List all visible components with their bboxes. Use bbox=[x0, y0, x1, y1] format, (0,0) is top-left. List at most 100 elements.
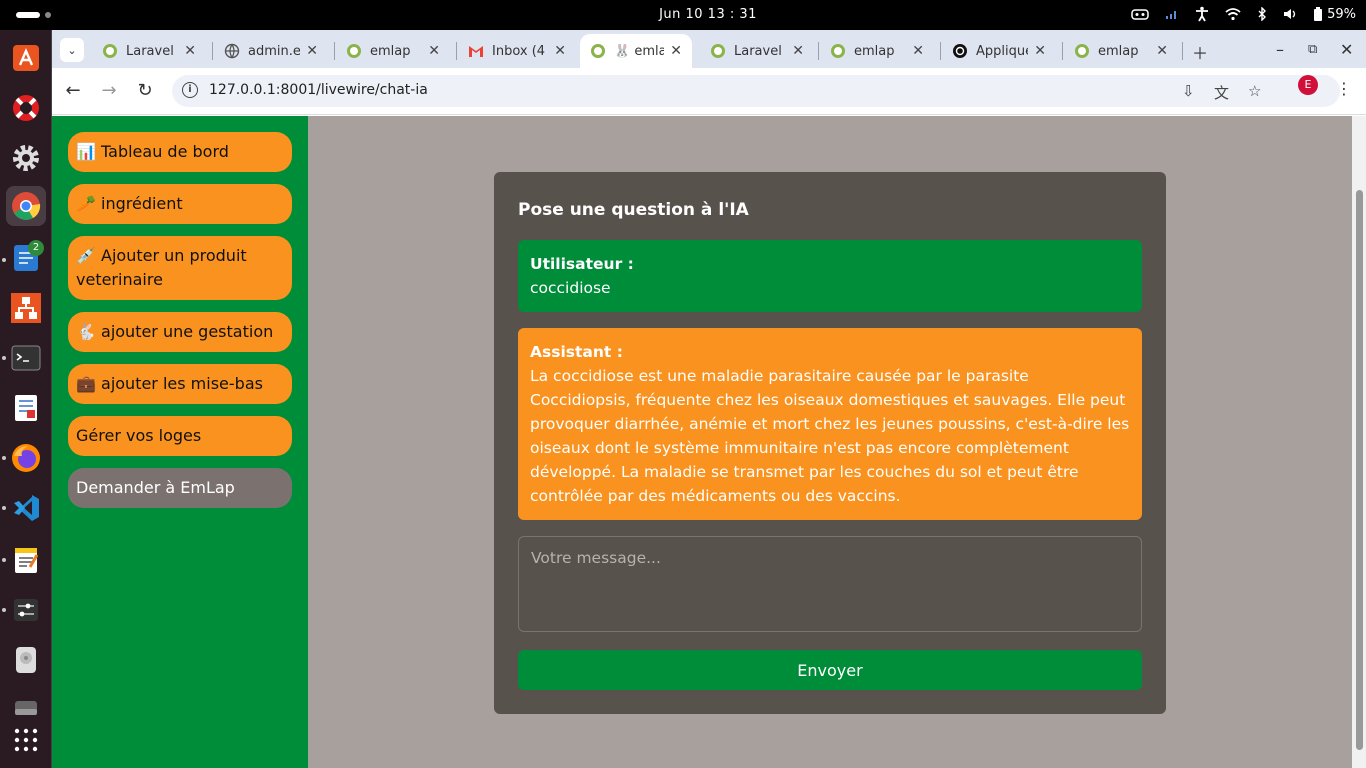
new-tab-button[interactable]: ＋ bbox=[1192, 40, 1208, 64]
laravel-favicon bbox=[590, 43, 606, 59]
tab-search-button[interactable]: ⌄ bbox=[60, 38, 84, 62]
gmail-favicon bbox=[468, 43, 484, 59]
application-dock: 2 bbox=[0, 30, 52, 768]
wifi-icon bbox=[1225, 7, 1241, 21]
close-window-button[interactable]: ✕ bbox=[1340, 40, 1353, 59]
chat-card: Pose une question à l'IA Utilisateur : c… bbox=[494, 172, 1166, 714]
chrome-icon[interactable] bbox=[6, 186, 46, 226]
tab-6[interactable]: emlap ✕ bbox=[820, 34, 934, 68]
tab-4-active[interactable]: 🐰 emla ✕ bbox=[580, 34, 692, 68]
chat-title: Pose une question à l'IA bbox=[518, 200, 749, 220]
system-tray[interactable]: 59% bbox=[1131, 6, 1356, 22]
tab-7[interactable]: Applique ✕ bbox=[942, 34, 1056, 68]
tab-title: Inbox (4 bbox=[492, 43, 546, 59]
laravel-favicon bbox=[102, 43, 118, 59]
bluetooth-icon bbox=[1257, 7, 1267, 21]
close-tab-icon[interactable]: ✕ bbox=[184, 43, 196, 59]
reload-button[interactable]: ↻ bbox=[134, 80, 156, 101]
sidebar-item-loges[interactable]: Gérer vos loges bbox=[68, 416, 292, 456]
browser-window: ⌄ Laravel ✕ admin.e ✕ emlap ✕ Inbox (4 ✕… bbox=[52, 30, 1366, 768]
sidebar-item-ask-emlap[interactable]: Demander à EmLap bbox=[68, 468, 292, 508]
signal-bars-icon bbox=[1165, 8, 1179, 20]
tab-title: emlap bbox=[370, 43, 411, 59]
sidebar-item-dashboard[interactable]: 📊 Tableau de bord bbox=[68, 132, 292, 172]
close-tab-icon[interactable]: ✕ bbox=[306, 43, 318, 59]
tab-3[interactable]: Inbox (4 ✕ bbox=[458, 34, 576, 68]
close-tab-icon[interactable]: ✕ bbox=[792, 43, 804, 59]
back-button[interactable]: ← bbox=[62, 80, 84, 101]
close-tab-icon[interactable]: ✕ bbox=[1034, 43, 1046, 59]
sidebar-item-ingredient[interactable]: 🥕 ingrédient bbox=[68, 184, 292, 224]
tab-0[interactable]: Laravel ✕ bbox=[92, 34, 206, 68]
tab-title: admin.e bbox=[248, 43, 301, 59]
page-scrollbar[interactable] bbox=[1352, 116, 1366, 768]
battery-indicator: 59% bbox=[1313, 7, 1356, 22]
sidebar-item-gestation[interactable]: 🐇 ajouter une gestation bbox=[68, 312, 292, 352]
page-content: 📊 Tableau de bord 🥕 ingrédient 💉 Ajouter… bbox=[52, 116, 1366, 768]
tab-strip: ⌄ Laravel ✕ admin.e ✕ emlap ✕ Inbox (4 ✕… bbox=[52, 30, 1366, 68]
battery-icon bbox=[1314, 7, 1323, 21]
document-viewer-icon[interactable] bbox=[6, 388, 46, 428]
lifebuoy-icon[interactable] bbox=[6, 88, 46, 128]
network-app-icon[interactable] bbox=[6, 288, 46, 328]
address-bar[interactable]: i 127.0.0.1:8001/livewire/chat-ia ⇩ 文 ☆ bbox=[172, 75, 1340, 107]
message-role: Assistant : bbox=[530, 343, 623, 361]
install-app-icon[interactable]: ⇩ bbox=[1182, 82, 1195, 100]
app-installer-icon[interactable] bbox=[6, 38, 46, 78]
message-text: coccidiose bbox=[530, 279, 611, 297]
arrow-left-icon: ← bbox=[65, 80, 81, 101]
tab-8[interactable]: emlap ✕ bbox=[1064, 34, 1178, 68]
close-tab-icon[interactable]: ✕ bbox=[1156, 43, 1168, 59]
message-input[interactable] bbox=[518, 536, 1142, 632]
url-text[interactable]: 127.0.0.1:8001/livewire/chat-ia bbox=[209, 82, 428, 98]
text-editor-icon[interactable] bbox=[6, 540, 46, 580]
assistant-message: Assistant : La coccidiose est une maladi… bbox=[518, 328, 1142, 520]
sidebar-item-births[interactable]: 💼 ajouter les mise-bas bbox=[68, 364, 292, 404]
close-tab-icon[interactable]: ✕ bbox=[670, 43, 682, 59]
scrollbar-thumb[interactable] bbox=[1356, 190, 1363, 750]
send-button[interactable]: Envoyer bbox=[518, 650, 1142, 690]
accessibility-hardware-icon bbox=[1131, 7, 1149, 21]
message-text: La coccidiose est une maladie parasitair… bbox=[530, 367, 1130, 505]
vscode-icon[interactable] bbox=[6, 488, 46, 528]
tab-title: Applique bbox=[976, 43, 1029, 59]
tab-5[interactable]: Laravel ✕ bbox=[700, 34, 814, 68]
firefox-icon[interactable] bbox=[6, 438, 46, 478]
laravel-favicon bbox=[830, 43, 846, 59]
tweaks-icon[interactable] bbox=[6, 590, 46, 630]
disk-utility-icon[interactable] bbox=[6, 640, 46, 680]
app-grid-icon[interactable] bbox=[6, 720, 46, 760]
browser-menu-icon[interactable]: ⋮ bbox=[1336, 79, 1352, 98]
notes-app-icon[interactable]: 2 bbox=[6, 238, 46, 278]
message-role: Utilisateur : bbox=[530, 255, 634, 273]
terminal-icon[interactable] bbox=[6, 338, 46, 378]
accessibility-icon bbox=[1195, 6, 1209, 22]
laravel-favicon bbox=[1074, 43, 1090, 59]
close-tab-icon[interactable]: ✕ bbox=[554, 43, 566, 59]
close-tab-icon[interactable]: ✕ bbox=[428, 43, 440, 59]
tab-title: emlap bbox=[1098, 43, 1139, 59]
bookmark-star-icon[interactable]: ☆ bbox=[1248, 82, 1261, 100]
sidebar: 📊 Tableau de bord 🥕 ingrédient 💉 Ajouter… bbox=[52, 116, 308, 768]
reload-icon: ↻ bbox=[137, 80, 153, 101]
notification-badge: 2 bbox=[28, 240, 44, 256]
profile-avatar[interactable]: E bbox=[1298, 75, 1318, 95]
translate-icon[interactable]: 文 bbox=[1214, 82, 1229, 103]
minimize-icon: – bbox=[1276, 40, 1284, 59]
settings-gear-icon[interactable] bbox=[6, 138, 46, 178]
user-message: Utilisateur : coccidiose bbox=[518, 240, 1142, 312]
arrow-right-icon: → bbox=[101, 80, 117, 101]
maximize-button[interactable]: ⧉ bbox=[1308, 42, 1317, 57]
sidebar-item-veterinary-product[interactable]: 💉 Ajouter un produit veterinaire bbox=[68, 236, 292, 300]
tab-title: 🐰 emla bbox=[614, 43, 665, 59]
tab-1[interactable]: admin.e ✕ bbox=[214, 34, 328, 68]
site-info-icon[interactable]: i bbox=[182, 82, 198, 98]
volume-icon bbox=[1283, 7, 1297, 21]
restore-icon: ⧉ bbox=[1308, 42, 1318, 57]
battery-percent: 59% bbox=[1327, 6, 1356, 22]
forward-button[interactable]: → bbox=[98, 80, 120, 101]
tab-2[interactable]: emlap ✕ bbox=[336, 34, 450, 68]
laravel-favicon bbox=[710, 43, 726, 59]
close-tab-icon[interactable]: ✕ bbox=[912, 43, 924, 59]
minimize-button[interactable]: – bbox=[1276, 40, 1284, 59]
